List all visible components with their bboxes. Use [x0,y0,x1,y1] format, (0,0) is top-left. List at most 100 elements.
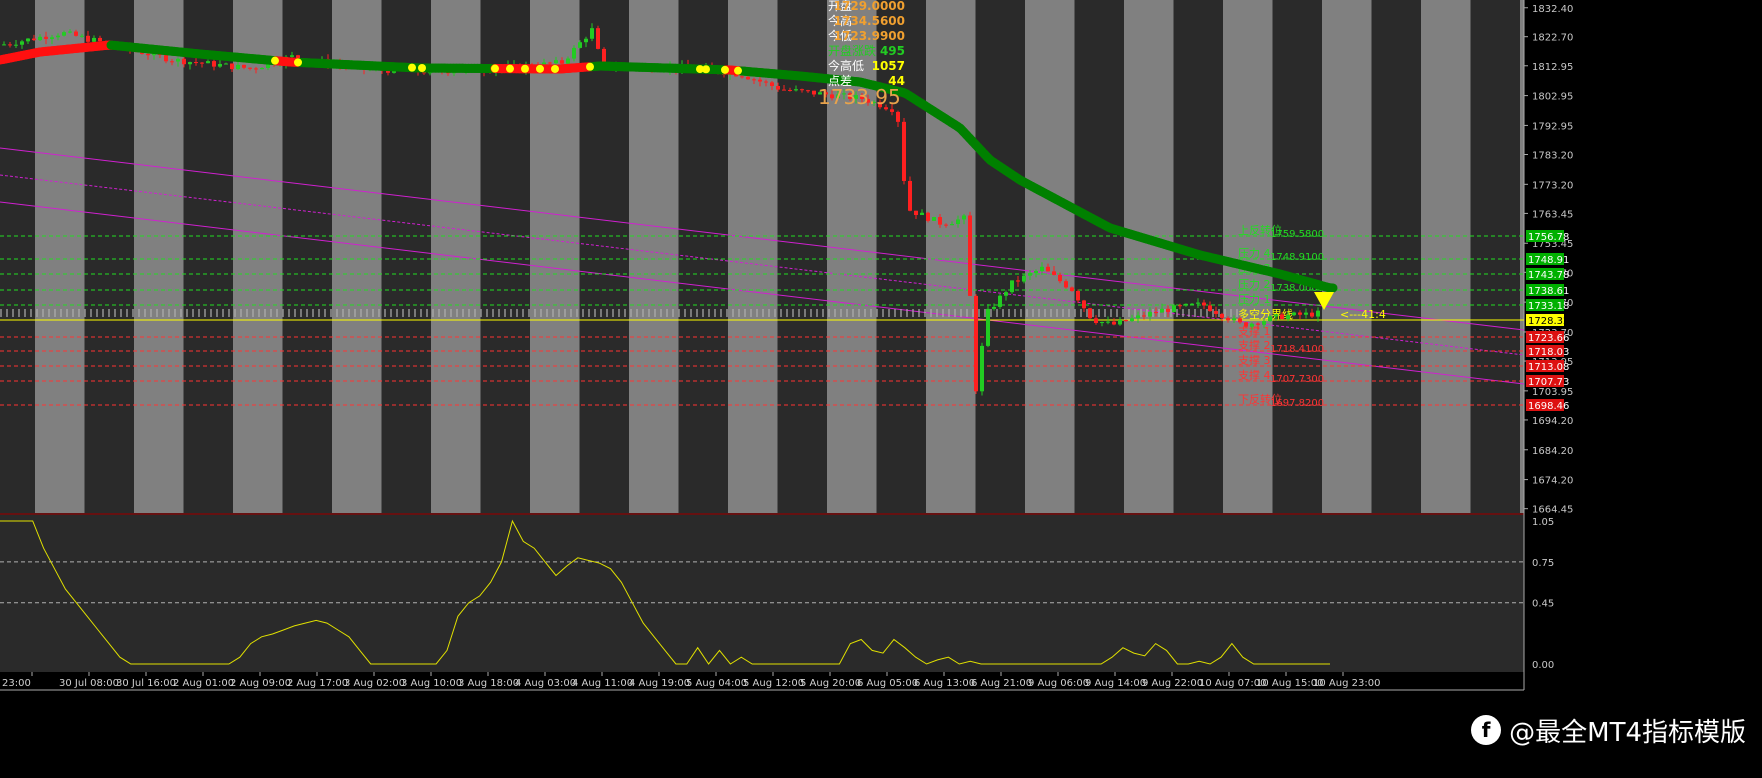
candle-body [1220,313,1224,318]
candle-body [938,217,942,225]
session-band [1025,0,1075,513]
candle-body [1136,315,1140,319]
time-tick-label: 5 Aug 04:00 [686,678,747,689]
ma-cross-dot [721,65,729,74]
watermark-logo-icon: f [1471,715,1502,745]
candle-body [962,215,966,220]
candle [998,293,1002,310]
candle-body [812,90,816,95]
info-label-4: 今高低 [828,58,864,73]
candle-body [1184,303,1188,306]
candle-body [806,90,810,92]
candle [980,342,984,396]
candle [596,25,600,50]
ma-cross-dot [506,64,514,73]
price-tick-label: 1694.20 [1532,416,1573,427]
candle-body [566,58,570,64]
time-tick-label: 2 Aug 09:00 [230,678,291,689]
time-tick-label: 30 Jul 08:00 [59,678,119,689]
candle-body [896,111,900,122]
oscillator-panel [0,515,1524,672]
level-value: 1759.5800 [1270,229,1324,240]
candle-body [1046,266,1050,272]
candle-body [548,62,552,64]
info-value-4: 1057 [872,59,905,73]
candle-body [908,180,912,211]
candle-body [1190,303,1194,305]
price-tick-label: 1792.95 [1532,121,1573,132]
price-tick-label: 1822.70 [1532,33,1573,44]
ma-cross-dot [536,64,544,73]
candle [902,117,906,185]
candle-body [1274,314,1278,317]
price-tag-label: 1733.18 [1528,301,1569,312]
price-tag-label: 1713.08 [1528,362,1569,373]
info-value-0: 1729.0000 [834,0,905,13]
candle-body [1094,318,1098,323]
candle-body [770,82,774,86]
candle-body [14,44,18,46]
candle-body [260,68,264,70]
candle-body [164,55,168,62]
candle-body [194,62,198,64]
time-tick-label: 6 Aug 21:00 [971,678,1032,689]
candle-body [950,223,954,226]
price-tag-label: 1718.03 [1528,347,1569,358]
ma-cross-dot [408,63,416,72]
candle-body [998,295,1002,307]
ma-cross-dot [294,58,302,67]
candle-body [50,37,54,39]
session-band [84,0,134,513]
osc-tick-label: 1.05 [1532,517,1554,528]
candle-body [764,81,768,83]
candle-body [1154,312,1158,314]
candle-body [1238,318,1242,323]
candle-body [1172,305,1176,312]
level-name: 支撑 2 [1238,338,1271,352]
info-value-1: 1734.5600 [834,14,905,28]
candle-body [1118,320,1122,325]
candle-body [788,89,792,91]
price-tick-label: 1802.95 [1532,92,1573,103]
candle-body [1286,315,1290,319]
candle-body [1130,318,1134,322]
candle-body [1268,316,1272,322]
time-tick-label: 9 Aug 14:00 [1085,678,1146,689]
candle-body [86,35,90,42]
candle-body [8,44,12,46]
ma-cross-dot [271,56,279,65]
candle-body [1082,300,1086,309]
info-value-3: 495 [880,44,905,58]
candle-body [1142,315,1146,317]
candle-body [1262,321,1266,325]
candle-body [1022,275,1026,282]
session-band [233,0,283,513]
level-name: 压力 1 [1238,293,1271,306]
arrow-text: <---41:4 [1340,308,1386,321]
candle [1010,280,1014,294]
time-tick-label: 6 Aug 13:00 [914,678,975,689]
candle-body [914,210,918,216]
candle-body [1088,308,1092,319]
candle-body [602,48,606,64]
price-tag-label: 1698.46 [1528,401,1569,412]
candle-body [2,44,6,46]
candle-body [98,37,102,42]
candle-body [926,212,930,221]
candle-body [32,38,36,41]
level-name: 压力 2 [1238,278,1271,291]
candle-body [800,89,804,91]
time-tick-label: 9 Aug 22:00 [1142,678,1203,689]
candle-body [20,41,24,45]
trading-chart[interactable]: 1832.40 1822.70 1812.95 1802.95 1792.95 1783.… [0,0,1762,778]
candle-body [1298,312,1302,315]
candle-body [1010,280,1014,293]
session-band [1074,0,1124,513]
level-name: 多空分界线 [1238,307,1293,321]
candle-body [1016,280,1020,282]
price-tag-label: 1748.91 [1528,255,1569,266]
time-tick-label: 5 Aug 12:00 [743,678,804,689]
candle-body [776,85,780,90]
candle [932,216,936,222]
session-band [1421,0,1471,513]
